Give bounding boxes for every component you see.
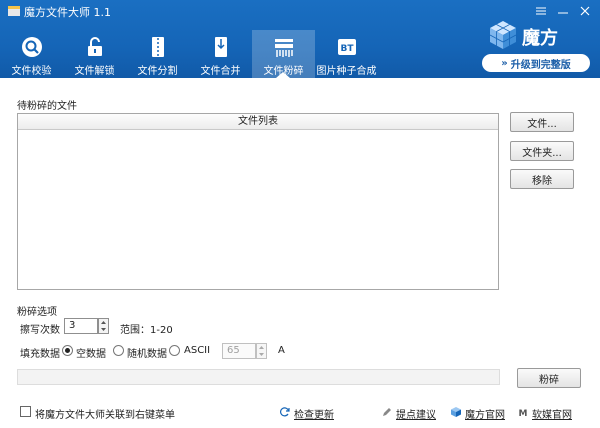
tab-file-merge[interactable]: 文件合并 [189,30,252,78]
context-menu-checkbox[interactable] [20,406,31,417]
radio-ascii-label: ASCII [184,345,211,356]
ascii-stepper-icon[interactable] [256,343,267,359]
ascii-char: A [278,345,285,356]
unlock-icon [87,37,102,56]
check-update-link[interactable]: 检查更新 [294,406,334,421]
tab-label: 图片种子合成 [316,66,377,77]
add-file-button[interactable]: 文件... [510,112,574,132]
options-section-label: 粉碎选项 [17,307,57,318]
progress-bar [17,369,500,385]
toolbar: 文件校验 文件解锁 文件分割 文件合并 文件粉碎 BT 图片种子合成 [0,30,378,78]
upgrade-button[interactable]: » 升级到完整版 [482,54,590,72]
app-icon [8,6,20,16]
tab-torrent-image[interactable]: BT 图片种子合成 [315,30,378,78]
passes-range: 范围：1-20 [120,325,173,336]
radio-random-label: 随机数据 [127,349,167,360]
tab-label: 文件分割 [137,66,178,77]
window-title: 魔方文件大师 1.1 [24,6,111,19]
passes-label: 擦写次数 [20,325,60,336]
remove-button[interactable]: 移除 [510,169,574,189]
tab-label: 文件解锁 [74,66,115,77]
split-file-icon [151,37,164,57]
files-section-label: 待粉碎的文件 [17,101,77,112]
ascii-code-input[interactable]: 65 [222,343,256,359]
bt-icon: BT [337,39,356,55]
magnifier-icon [21,37,42,57]
radio-empty-data[interactable] [62,345,73,356]
tab-file-unlock[interactable]: 文件解锁 [63,30,126,78]
radio-empty-label: 空数据 [76,349,106,360]
header: 魔方文件大师 1.1 文件校验 文件解锁 文件分割 文件合并 文件粉碎 BT 图… [0,0,600,78]
brand-name: 魔方 [522,28,558,49]
shred-button[interactable]: 粉碎 [517,368,581,388]
svg-text:M: M [519,409,528,417]
context-menu-label: 将魔方文件大师关联到右键菜单 [35,410,175,421]
shredder-icon [274,39,293,57]
ruanmei-link[interactable]: 软媒官网 [532,406,572,421]
tab-label: 文件合并 [200,66,241,77]
website-link[interactable]: 魔方官网 [465,406,505,421]
passes-stepper-icon[interactable] [98,318,109,334]
tab-label: 文件粉碎 [263,66,304,77]
add-folder-button[interactable]: 文件夹... [510,141,574,161]
cube-logo-icon [489,21,517,49]
file-list-column-header[interactable]: 文件列表 [18,114,498,130]
suggest-link[interactable]: 提点建议 [396,406,436,421]
radio-random-data[interactable] [113,345,124,356]
tab-label: 文件校验 [11,66,52,77]
pencil-icon [383,408,391,416]
tab-file-split[interactable]: 文件分割 [126,30,189,78]
cube-small-icon [451,407,461,417]
upgrade-label: 升级到完整版 [510,59,571,71]
file-list[interactable]: 文件列表 [17,113,499,290]
radio-ascii[interactable] [169,345,180,356]
svg-text:BT: BT [340,44,354,54]
passes-input[interactable]: 3 [64,318,98,334]
brand: 魔方 » 升级到完整版 [480,14,592,74]
tab-file-shred[interactable]: 文件粉碎 [252,30,315,78]
ruanmei-logo-icon: M [519,409,528,417]
merge-file-icon [214,37,227,57]
fill-label: 填充数据 [20,349,60,360]
tab-file-verify[interactable]: 文件校验 [0,30,63,78]
refresh-icon [280,407,290,417]
double-chevron-up-icon: » [501,57,508,69]
